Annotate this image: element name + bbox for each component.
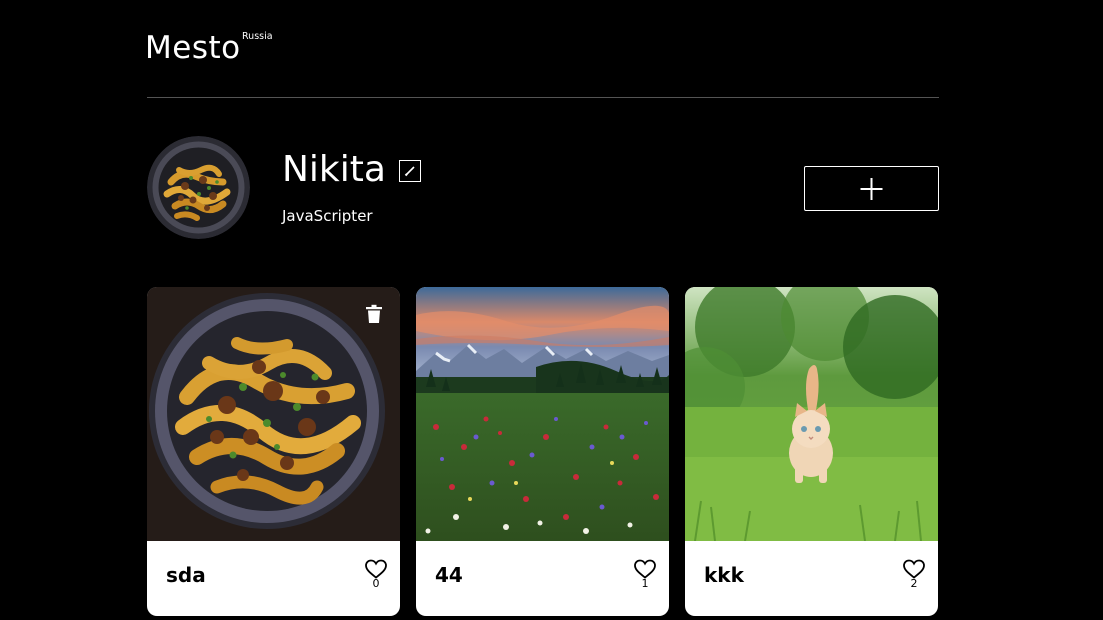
like-button[interactable] xyxy=(902,559,926,579)
card-image[interactable] xyxy=(416,287,669,541)
logo: Mesto xyxy=(145,30,241,66)
like-count: 2 xyxy=(910,577,918,590)
mountain-meadow-photo xyxy=(416,287,669,541)
pasta-bowl-photo xyxy=(147,287,400,541)
page: Mesto Russia Nikita JavaScripter sda 0 4… xyxy=(0,0,1103,620)
card: sda 0 xyxy=(147,287,400,616)
profile: Nikita JavaScripter xyxy=(147,134,939,244)
like-group: 2 xyxy=(902,559,926,593)
like-group: 1 xyxy=(633,559,657,593)
card-grid: sda 0 44 1 kkk 2 xyxy=(147,287,939,620)
logo-superscript: Russia xyxy=(242,31,273,42)
card-image[interactable] xyxy=(147,287,400,541)
heart-icon xyxy=(365,559,387,579)
profile-avatar[interactable] xyxy=(147,136,250,239)
like-count: 1 xyxy=(641,577,649,590)
card-title: kkk xyxy=(704,563,744,587)
card: kkk 2 xyxy=(685,287,938,616)
card: 44 1 xyxy=(416,287,669,616)
like-group: 0 xyxy=(364,559,388,593)
heart-icon xyxy=(903,559,925,579)
like-button[interactable] xyxy=(633,559,657,579)
heart-icon xyxy=(634,559,656,579)
edit-profile-button[interactable] xyxy=(399,160,421,182)
like-count: 0 xyxy=(372,577,380,590)
kitten-in-grass-photo xyxy=(685,287,938,541)
card-title: 44 xyxy=(435,563,463,587)
trash-icon xyxy=(366,304,382,323)
avatar-image xyxy=(147,136,250,239)
card-image[interactable] xyxy=(685,287,938,541)
delete-card-button[interactable] xyxy=(365,304,383,324)
pencil-icon xyxy=(404,166,415,177)
header: Mesto Russia xyxy=(145,0,939,98)
plus-icon xyxy=(860,178,883,200)
like-button[interactable] xyxy=(364,559,388,579)
profile-about: JavaScripter xyxy=(282,207,373,225)
profile-name: Nikita xyxy=(282,149,386,190)
add-card-button[interactable] xyxy=(804,166,939,211)
card-title: sda xyxy=(166,563,206,587)
